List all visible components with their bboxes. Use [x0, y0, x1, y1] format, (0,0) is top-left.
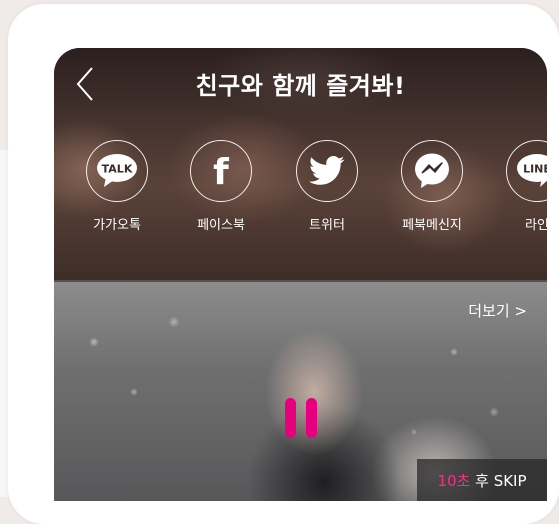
skip-countdown: 10초 — [437, 471, 471, 490]
share-circle: f — [190, 140, 252, 202]
share-circle — [296, 140, 358, 202]
share-label-kakaotalk: 가가오톡 — [93, 218, 141, 233]
skip-button[interactable]: 10초 후 SKIP — [417, 459, 547, 501]
share-item-messenger[interactable]: 페북메신지 — [392, 140, 472, 233]
share-circle — [401, 140, 463, 202]
kakaotalk-icon-text: TALK — [102, 163, 133, 176]
phone-frame: 친구와 함께 즐겨봐! TALK 가가오톡 f 페이스북 트위터 페북메신지 L… — [8, 4, 559, 524]
share-circle: LINE — [506, 140, 547, 202]
share-item-kakaotalk[interactable]: TALK 가가오톡 — [77, 140, 157, 233]
share-item-facebook[interactable]: f 페이스북 — [181, 140, 261, 233]
more-link[interactable]: 더보기 > — [468, 300, 527, 321]
share-label-messenger: 페북메신지 — [402, 218, 462, 233]
share-panel: 친구와 함께 즐겨봐! TALK 가가오톡 f 페이스북 트위터 페북메신지 L… — [54, 48, 547, 280]
pause-icon[interactable] — [283, 396, 319, 440]
share-circle: TALK — [86, 140, 148, 202]
share-item-twitter[interactable]: 트위터 — [287, 140, 367, 233]
share-item-line[interactable]: LINE 라인 — [497, 140, 547, 233]
twitter-icon — [309, 156, 345, 185]
kakaotalk-icon: TALK — [97, 154, 137, 187]
video-player[interactable]: 더보기 > 10초 후 SKIP — [54, 282, 547, 501]
messenger-icon — [415, 153, 449, 188]
phone-screen: 친구와 함께 즐겨봐! TALK 가가오톡 f 페이스북 트위터 페북메신지 L… — [54, 48, 547, 501]
page-title: 친구와 함께 즐겨봐! — [195, 72, 406, 100]
line-icon-text: LINE — [523, 163, 547, 176]
share-label-line: 라인 — [525, 218, 547, 233]
share-label-facebook: 페이스북 — [197, 218, 245, 233]
share-label-twitter: 트위터 — [309, 218, 345, 233]
facebook-icon-text: f — [213, 152, 229, 191]
skip-label: 후 SKIP — [470, 471, 527, 490]
facebook-icon: f — [213, 152, 229, 191]
line-icon: LINE — [517, 154, 547, 187]
